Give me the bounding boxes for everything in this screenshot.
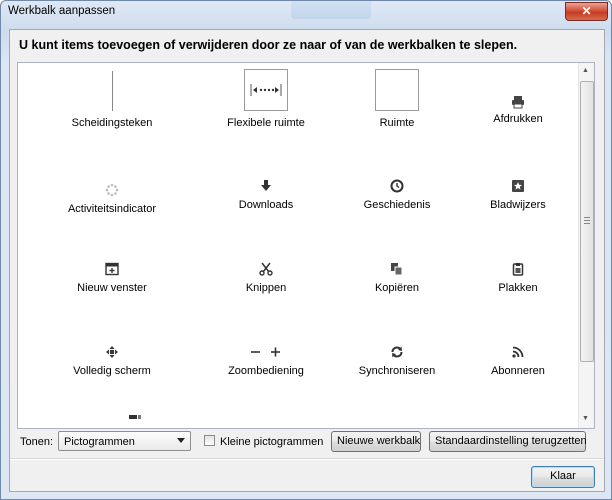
palette-item-label: Flexibele ruimte — [227, 117, 305, 129]
palette-item-label: Downloads — [238, 199, 294, 211]
new-window-icon — [43, 252, 181, 276]
palette-item-print[interactable]: Afdrukken — [449, 85, 587, 125]
palette-item-paste[interactable]: Plakken — [449, 252, 587, 294]
space-icon — [375, 69, 419, 111]
download-arrow-icon — [197, 169, 335, 193]
separator-icon — [111, 71, 113, 111]
dropdown-arrow-icon — [177, 438, 185, 443]
show-mode-select[interactable]: Pictogrammen — [58, 431, 191, 451]
palette-item-copy[interactable]: Kopiëren — [328, 252, 466, 294]
new-toolbar-button[interactable]: Nieuwe werkbalk — [331, 431, 421, 452]
palette-item-label: Activiteitsindicator — [67, 203, 157, 215]
options-row: Tonen: Pictogrammen Kleine pictogrammen … — [10, 430, 604, 454]
palette-item-bookmarks[interactable]: Bladwijzers — [449, 169, 587, 211]
palette-scrollbar[interactable]: ▲ ▼ — [578, 63, 594, 428]
dialog-client-area: U kunt items toevoegen of verwijderen do… — [9, 29, 605, 492]
rss-feed-icon — [449, 335, 587, 359]
palette-item-label: Knippen — [245, 282, 287, 294]
title-bar-ghost — [291, 1, 371, 19]
palette-item-downloads[interactable]: Downloads — [197, 169, 335, 211]
scroll-up-arrow-icon[interactable]: ▲ — [582, 67, 589, 74]
scrollbar-grip-icon — [584, 217, 590, 226]
show-mode-value: Pictogrammen — [64, 436, 135, 448]
small-icons-checkbox[interactable] — [204, 435, 215, 446]
palette-item-label: Zoombediening — [228, 365, 304, 377]
palette-item-sync[interactable]: Synchroniseren — [328, 335, 466, 377]
palette-item-label: Synchroniseren — [358, 365, 436, 377]
toolbar-item-palette: Scheidingsteken Flexibele ruimte Ruimte … — [17, 62, 595, 429]
scroll-down-arrow-icon[interactable]: ▼ — [582, 415, 589, 422]
palette-item-fullscreen[interactable]: Volledig scherm — [43, 335, 181, 377]
clock-icon — [328, 169, 466, 193]
fullscreen-icon — [43, 335, 181, 359]
palette-item-flexible-space[interactable]: Flexibele ruimte — [197, 63, 335, 129]
palette-item-zoom-controls[interactable]: Zoombediening — [197, 335, 335, 377]
palette-item-label: Volledig scherm — [73, 365, 151, 377]
palette-item-activity-indicator[interactable]: Activiteitsindicator — [43, 173, 181, 215]
palette-items: Scheidingsteken Flexibele ruimte Ruimte … — [18, 63, 578, 428]
bookmark-star-icon — [449, 169, 587, 193]
palette-item-label: Nieuw venster — [77, 282, 147, 294]
throbber-icon — [43, 173, 181, 197]
zoom-controls-icon — [197, 335, 335, 359]
palette-item-label: Abonneren — [491, 365, 545, 377]
clipboard-icon — [449, 252, 587, 276]
done-button[interactable]: Klaar — [531, 466, 595, 488]
show-label: Tonen: — [20, 436, 54, 448]
palette-item-label: Afdrukken — [493, 113, 543, 125]
palette-item-label: Scheidingsteken — [71, 117, 153, 129]
footer-divider — [10, 458, 604, 460]
close-button[interactable]: ✕ — [565, 2, 608, 21]
scissors-icon — [197, 252, 335, 276]
palette-item-space[interactable]: Ruimte — [328, 63, 466, 129]
scrollbar-thumb[interactable] — [580, 81, 594, 362]
palette-item-history[interactable]: Geschiedenis — [328, 169, 466, 211]
palette-item-partial[interactable] — [66, 410, 204, 420]
palette-item-label: Ruimte — [379, 117, 415, 129]
palette-item-cut[interactable]: Knippen — [197, 252, 335, 294]
palette-item-label: Bladwijzers — [490, 199, 546, 211]
palette-item-new-window[interactable]: Nieuw venster — [43, 252, 181, 294]
palette-item-label: Geschiedenis — [363, 199, 431, 211]
window-title: Werkbalk aanpassen — [8, 5, 116, 17]
copy-icon — [328, 252, 466, 276]
printer-icon — [449, 85, 587, 109]
palette-item-subscribe[interactable]: Abonneren — [449, 335, 587, 377]
palette-item-label: Plakken — [498, 282, 538, 294]
palette-item-separator[interactable]: Scheidingsteken — [43, 63, 181, 129]
partial-item-icon — [66, 410, 204, 420]
sync-icon — [328, 335, 466, 359]
restore-default-button[interactable]: Standaardinstelling terugzetten — [429, 431, 587, 452]
title-bar[interactable]: Werkbalk aanpassen ✕ — [1, 1, 611, 29]
palette-item-label: Kopiëren — [374, 282, 420, 294]
flexible-space-icon — [244, 69, 288, 111]
small-icons-label[interactable]: Kleine pictogrammen — [220, 436, 323, 448]
instruction-heading: U kunt items toevoegen of verwijderen do… — [19, 38, 518, 52]
customize-toolbar-window: Werkbalk aanpassen ✕ U kunt items toevoe… — [0, 0, 612, 500]
